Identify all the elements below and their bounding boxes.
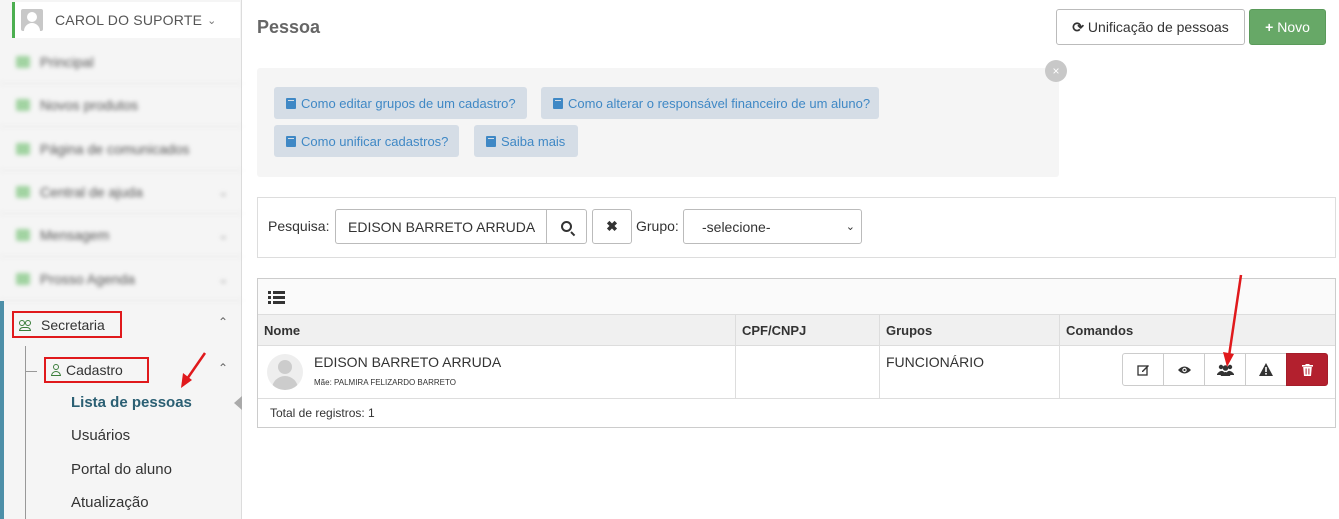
link-label: Como alterar o responsável financeiro de… — [568, 95, 871, 111]
sidebar-item-atualizacao[interactable]: Atualização — [71, 494, 149, 511]
sidebar-item-usuarios[interactable]: Usuários — [71, 427, 130, 444]
chevron-up-icon[interactable]: ⌃ — [218, 361, 228, 375]
column-header-nome[interactable]: Nome — [258, 315, 736, 346]
chevron-down-icon: ⌄ — [845, 221, 855, 233]
help-link-edit-groups[interactable]: Como editar grupos de um cadastro? — [274, 87, 527, 119]
group-label: Grupo: — [636, 218, 679, 234]
sidebar-item-secretaria[interactable]: Secretaria — [12, 311, 122, 338]
book-icon — [286, 97, 296, 109]
user-menu[interactable]: CAROL DO SUPORTE ⌄ — [12, 2, 240, 38]
cell-nome: EDISON BARRETO ARRUDA Mãe: PALMIRA FELIZ… — [258, 346, 736, 399]
book-icon — [286, 135, 296, 147]
help-link-financial-responsible[interactable]: Como alterar o responsável financeiro de… — [541, 87, 879, 119]
sidebar-item-portal-aluno[interactable]: Portal do aluno — [71, 461, 172, 478]
book-icon — [486, 135, 496, 147]
person-group: FUNCIONÁRIO — [886, 354, 984, 370]
groups-button[interactable] — [1204, 353, 1246, 386]
chevron-down-icon: ⌄ — [207, 14, 217, 27]
clear-search-button[interactable]: ✖ — [592, 209, 632, 244]
table-toolbar — [258, 279, 1335, 315]
tree-line — [25, 371, 37, 372]
sidebar: CAROL DO SUPORTE ⌄ Principal Novos produ… — [0, 0, 242, 519]
sidebar-item-label: Cadastro — [66, 362, 123, 378]
column-header-comandos: Comandos — [1066, 323, 1134, 338]
people-table: Nome CPF/CNPJ Grupos Comandos EDISON BAR… — [257, 278, 1336, 428]
chevron-down-icon: ⌄ — [218, 273, 228, 286]
view-button[interactable] — [1163, 353, 1205, 386]
help-panel — [257, 68, 1059, 177]
sidebar-item-label: Prosso Agenda — [40, 271, 135, 287]
sidebar-item-label: Secretaria — [41, 316, 105, 333]
user-icon — [51, 364, 61, 376]
sidebar-item-comunicados[interactable]: Página de comunicados — [0, 128, 242, 171]
link-label: Como unificar cadastros? — [301, 133, 449, 149]
sidebar-item-lista-pessoas[interactable]: Lista de pessoas — [71, 394, 192, 411]
sidebar-item-principal[interactable]: Principal — [0, 41, 242, 84]
plus-icon: + — [1265, 19, 1274, 35]
warning-button[interactable] — [1245, 353, 1287, 386]
sidebar-item-novos-produtos[interactable]: Novos produtos — [0, 84, 242, 127]
active-indicator — [234, 396, 242, 410]
table-header: Nome CPF/CNPJ Grupos Comandos — [258, 315, 1335, 346]
group-select[interactable]: -selecione- ⌄ — [683, 209, 862, 244]
warning-icon — [1259, 363, 1273, 376]
button-label: Unificação de pessoas — [1087, 19, 1229, 35]
message-icon — [16, 229, 30, 241]
sidebar-item-label: Página de comunicados — [40, 141, 190, 157]
search-input[interactable] — [335, 209, 547, 244]
sidebar-item-agenda[interactable]: Prosso Agenda ⌄ — [0, 258, 242, 301]
refresh-icon: ⟳ — [1072, 18, 1084, 35]
sidebar-item-label: Principal — [40, 54, 94, 70]
group-select-value: -selecione- — [702, 218, 771, 235]
trash-icon — [1301, 363, 1313, 376]
cell-cpf — [736, 346, 880, 399]
search-label: Pesquisa: — [268, 218, 330, 234]
unify-people-button[interactable]: ⟳ Unificação de pessoas — [1056, 9, 1245, 45]
link-label: Como editar grupos de um cadastro? — [301, 95, 516, 111]
user-avatar-icon — [21, 9, 43, 31]
chevron-up-icon[interactable]: ⌃ — [218, 315, 228, 329]
page-title: Pessoa — [257, 17, 321, 37]
list-icon[interactable] — [268, 291, 285, 304]
sidebar-item-label: Mensagem — [40, 227, 110, 243]
row-commands — [1122, 353, 1328, 386]
column-header-grupos[interactable]: Grupos — [880, 315, 1060, 346]
avatar — [267, 354, 303, 390]
help-link-learn-more[interactable]: Saiba mais — [474, 125, 578, 157]
edit-button[interactable] — [1122, 353, 1164, 386]
close-icon[interactable]: × — [1045, 60, 1067, 82]
sidebar-item-central-ajuda[interactable]: Central de ajuda ⌄ — [0, 171, 242, 214]
button-label: Novo — [1277, 19, 1310, 35]
person-mother: Mãe: PALMIRA FELIZARDO BARRETO — [314, 378, 456, 387]
help-link-unify[interactable]: Como unificar cadastros? — [274, 125, 459, 157]
sidebar-item-cadastro[interactable]: Cadastro — [44, 357, 149, 383]
star-icon — [16, 99, 30, 111]
delete-button[interactable] — [1286, 353, 1328, 386]
user-name: CAROL DO SUPORTE — [55, 12, 203, 28]
sidebar-item-label: Novos produtos — [40, 97, 139, 113]
search-button[interactable] — [546, 209, 587, 244]
chevron-down-icon: ⌄ — [218, 229, 228, 242]
new-button[interactable]: + Novo — [1249, 9, 1326, 45]
search-icon — [561, 221, 572, 232]
edit-icon — [1136, 365, 1149, 376]
users-icon — [19, 319, 33, 331]
total-records: Total de registros: 1 — [270, 406, 375, 420]
eye-icon — [1177, 366, 1191, 373]
column-header-cpf[interactable]: CPF/CNPJ — [736, 315, 880, 346]
calendar-icon — [16, 273, 30, 285]
chevron-down-icon: ⌄ — [218, 186, 228, 199]
home-icon — [16, 56, 30, 68]
cell-grupos: FUNCIONÁRIO — [880, 346, 1060, 399]
table-row[interactable]: EDISON BARRETO ARRUDA Mãe: PALMIRA FELIZ… — [258, 346, 1335, 399]
close-icon: ✖ — [606, 218, 618, 234]
help-icon — [16, 186, 30, 198]
book-icon — [553, 97, 563, 109]
sidebar-item-mensagem[interactable]: Mensagem ⌄ — [0, 214, 242, 257]
person-name: EDISON BARRETO ARRUDA — [314, 354, 502, 370]
users-icon — [1216, 364, 1234, 376]
sidebar-item-label: Central de ajuda — [40, 184, 143, 200]
bullhorn-icon — [16, 143, 30, 155]
link-label: Saiba mais — [501, 133, 566, 149]
